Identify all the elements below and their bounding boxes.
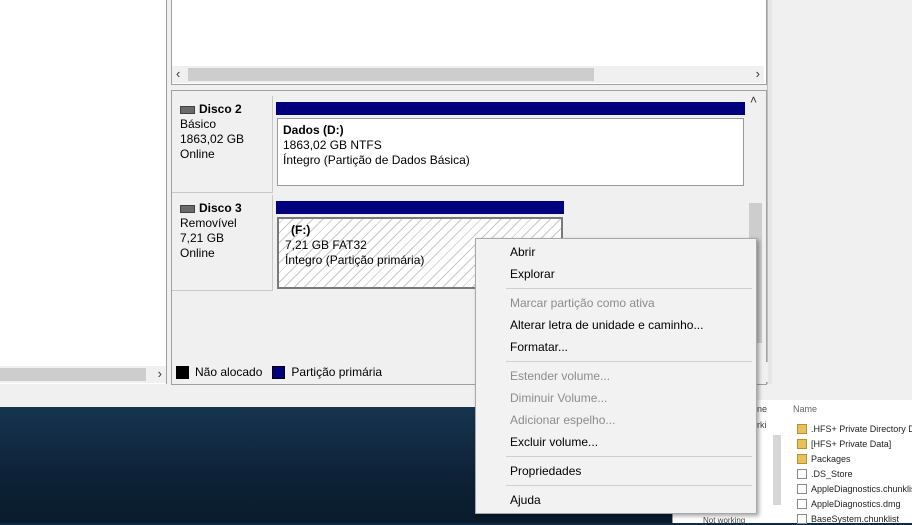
right-edge bbox=[767, 0, 772, 384]
menu-item-explorar[interactable]: Explorar bbox=[510, 267, 555, 281]
scroll-right-icon[interactable]: › bbox=[158, 366, 162, 381]
menu-item-excluir[interactable]: Excluir volume... bbox=[510, 435, 598, 449]
disk-status: Online bbox=[180, 147, 215, 161]
volume-list-horizontal-scrollbar[interactable]: ‹ › bbox=[172, 66, 764, 83]
file-icon bbox=[797, 469, 807, 479]
item-label: AppleDiagnostics.chunklist bbox=[811, 484, 912, 494]
partition-bar bbox=[276, 102, 745, 115]
disk-size: 7,21 GB bbox=[180, 231, 225, 245]
partition-bar bbox=[276, 201, 564, 214]
legend-primary: Partição primária bbox=[291, 365, 383, 379]
legend-unallocated: Não alocado bbox=[195, 365, 263, 379]
primary-swatch bbox=[272, 365, 286, 379]
menu-item-formatar[interactable]: Formatar... bbox=[510, 340, 568, 354]
menu-separator bbox=[506, 456, 752, 457]
menu-item-propriedades[interactable]: Propriedades bbox=[510, 464, 581, 478]
disk-type: Básico bbox=[180, 117, 217, 131]
left-pane bbox=[0, 0, 167, 384]
menu-item-alterar-letra[interactable]: Alterar letra de unidade e caminho... bbox=[510, 318, 703, 332]
list-item[interactable]: .DS_Store bbox=[797, 469, 853, 479]
menu-item-estender[interactable]: Estender volume... bbox=[510, 369, 610, 383]
file-icon bbox=[797, 484, 807, 494]
partial-text: rki bbox=[757, 420, 767, 430]
list-item[interactable]: AppleDiagnostics.chunklist bbox=[797, 484, 912, 494]
folder-icon bbox=[797, 424, 807, 434]
scroll-up-icon[interactable]: ˄ bbox=[750, 93, 757, 107]
item-label: AppleDiagnostics.dmg bbox=[811, 499, 901, 509]
left-scroll-thumb[interactable] bbox=[0, 368, 146, 381]
disk-3-label[interactable]: Disco 3 Removível 7,21 GB Online bbox=[172, 195, 273, 291]
list-item[interactable]: Packages bbox=[797, 454, 851, 464]
list-item[interactable]: [HFS+ Private Data] bbox=[797, 439, 891, 449]
menu-separator bbox=[506, 485, 752, 486]
item-label: .DS_Store bbox=[811, 469, 853, 479]
partition-fs: 1863,02 GB NTFS bbox=[283, 138, 382, 152]
file-icon bbox=[797, 499, 807, 509]
scroll-right-icon[interactable]: › bbox=[756, 66, 760, 81]
partition-body: Dados (D:) 1863,02 GB NTFS Íntegro (Part… bbox=[277, 118, 744, 186]
folder-icon bbox=[797, 454, 807, 464]
disk-type: Removível bbox=[180, 216, 237, 230]
folder-icon bbox=[797, 439, 807, 449]
menu-item-diminuir[interactable]: Diminuir Volume... bbox=[510, 391, 607, 405]
column-header: Name bbox=[793, 404, 818, 414]
partition-health: Íntegro (Partição de Dados Básica) bbox=[283, 153, 470, 167]
menu-separator bbox=[506, 361, 752, 362]
partition-d[interactable]: Dados (D:) 1863,02 GB NTFS Íntegro (Part… bbox=[276, 102, 745, 188]
partition-title: Dados (D:) bbox=[283, 123, 344, 137]
disk-management-window: › ‹ › Disco 2 Básico 1863,02 GB Online D… bbox=[0, 0, 912, 407]
finder-scrollbar[interactable] bbox=[773, 435, 781, 505]
disk-2-label[interactable]: Disco 2 Básico 1863,02 GB Online bbox=[172, 96, 273, 193]
menu-item-ajuda[interactable]: Ajuda bbox=[510, 493, 541, 507]
menu-item-abrir[interactable]: Abrir bbox=[510, 245, 535, 259]
item-label: Packages bbox=[811, 454, 851, 464]
disk-icon bbox=[180, 204, 195, 213]
list-item[interactable]: .HFS+ Private Directory Data bbox=[797, 424, 912, 434]
disk-name: Disco 2 bbox=[199, 102, 242, 116]
left-horizontal-scrollbar[interactable]: › bbox=[0, 366, 166, 383]
menu-separator bbox=[506, 288, 752, 289]
volume-list-scroll-thumb[interactable] bbox=[188, 68, 594, 81]
partial-text: ne bbox=[757, 404, 768, 414]
disk-name: Disco 3 bbox=[199, 201, 242, 215]
menu-item-espelho[interactable]: Adicionar espelho... bbox=[510, 413, 615, 427]
item-label: .HFS+ Private Directory Data bbox=[811, 424, 912, 434]
unallocated-swatch bbox=[176, 365, 189, 379]
partial-text: Not working bbox=[703, 516, 746, 525]
disk-size: 1863,02 GB bbox=[180, 132, 245, 146]
disk-status: Online bbox=[180, 246, 215, 260]
menu-item-marcar-ativa[interactable]: Marcar partição como ativa bbox=[510, 296, 655, 310]
scroll-left-icon[interactable]: ‹ bbox=[176, 66, 180, 81]
partition-title: (F:) bbox=[291, 223, 311, 237]
list-item[interactable]: AppleDiagnostics.dmg bbox=[797, 499, 901, 509]
disk-icon bbox=[180, 105, 195, 114]
item-label: [HFS+ Private Data] bbox=[811, 439, 892, 449]
context-menu: Abrir Explorar Marcar partição como ativ… bbox=[475, 238, 757, 514]
